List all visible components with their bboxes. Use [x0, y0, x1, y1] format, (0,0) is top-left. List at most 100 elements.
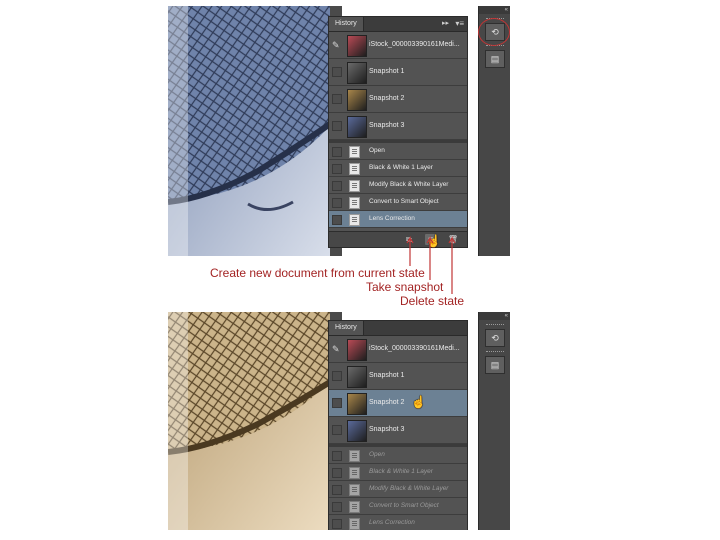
history-state-row-dimmed[interactable]: Open [329, 447, 467, 464]
snapshot-row-1[interactable]: Snapshot 1 [329, 363, 467, 390]
history-state-label: Open [369, 451, 385, 458]
screenshot-history-panel-bottom: History ✎ iStock_000003390161Medi... Sna… [168, 312, 510, 530]
expand-dock-icon[interactable]: « [479, 312, 510, 320]
snapshot-thumbnail [347, 62, 367, 84]
swatches-panel-icon[interactable]: ▤ [485, 50, 505, 68]
history-state-row-dimmed[interactable]: Black & White 1 Layer [329, 464, 467, 481]
snapshot-thumbnail [347, 116, 367, 138]
callout-delete-state: Delete state [400, 294, 465, 308]
blue-toned-photo [168, 6, 330, 256]
history-state-icon [349, 484, 360, 496]
callout-take-snapshot: Take snapshot [366, 280, 444, 294]
snapshot-label: Snapshot 1 [369, 372, 405, 379]
snapshot-thumbnail [347, 366, 367, 388]
panel-menu-icon[interactable]: ▾≡ [455, 18, 464, 30]
hand-cursor-icon: ☝ [426, 234, 441, 248]
history-state-label: Open [369, 147, 385, 154]
history-brush-source-checkbox[interactable] [332, 485, 342, 495]
history-source-document[interactable]: ✎ iStock_000003390161Medi... [329, 336, 467, 363]
snapshot-thumbnail [347, 420, 367, 442]
document-name: iStock_000003390161Medi... [369, 41, 460, 48]
history-brush-source-checkbox[interactable] [332, 121, 342, 131]
history-state-row-dimmed[interactable]: Convert to Smart Object [329, 498, 467, 515]
new-document-from-state-icon[interactable]: ⧉ [403, 234, 415, 245]
history-brush-source-checkbox[interactable] [332, 215, 342, 225]
collapse-panel-icon[interactable]: ▸▸ [442, 18, 449, 30]
screenshot-history-panel-top: History ▸▸ ▾≡ ✎ iStock_000003390161Medi.… [168, 6, 510, 256]
history-brush-source-checkbox[interactable] [332, 519, 342, 529]
history-state-label: Convert to Smart Object [369, 502, 439, 509]
history-state-row-dimmed[interactable]: Modify Black & White Layer [329, 481, 467, 498]
snapshot-label: Snapshot 2 [369, 95, 405, 102]
panel-tab-bar: History [329, 321, 467, 336]
history-brush-source-checkbox[interactable] [332, 371, 342, 381]
snapshot-label: Snapshot 1 [369, 68, 405, 75]
tab-history[interactable]: History [329, 321, 364, 335]
history-brush-source-checkbox[interactable] [332, 164, 342, 174]
history-brush-source-icon[interactable]: ✎ [332, 40, 342, 50]
panel-dock-column: « ⟲ ▤ [478, 312, 510, 530]
history-brush-source-checkbox[interactable] [332, 67, 342, 77]
dock-grip[interactable] [486, 351, 504, 354]
history-state-icon [349, 197, 360, 209]
snapshot-thumbnail [347, 89, 367, 111]
history-panel-footer: ⧉ ◙ 🗑 [329, 231, 467, 247]
snapshot-row-3[interactable]: Snapshot 3 [329, 417, 467, 444]
history-brush-source-checkbox[interactable] [332, 398, 342, 408]
history-panel: History ✎ iStock_000003390161Medi... Sna… [328, 320, 468, 530]
history-brush-source-checkbox[interactable] [332, 198, 342, 208]
history-state-row-dimmed[interactable]: Lens Correction [329, 515, 467, 530]
snapshot-row-2-selected[interactable]: Snapshot 2 ☝ [329, 390, 467, 417]
history-state-label: Black & White 1 Layer [369, 164, 433, 171]
history-state-label: Modify Black & White Layer [369, 181, 449, 188]
snapshot-label: Snapshot 3 [369, 122, 405, 129]
history-state-icon [349, 214, 360, 226]
history-brush-source-checkbox[interactable] [332, 502, 342, 512]
snapshot-label: Snapshot 3 [369, 426, 405, 433]
hand-cursor-icon: ☝ [411, 395, 426, 409]
history-state-label: Lens Correction [369, 519, 415, 526]
history-brush-source-checkbox[interactable] [332, 147, 342, 157]
highlight-circle [478, 18, 510, 46]
expand-dock-icon[interactable]: « [479, 6, 510, 14]
history-panel: History ▸▸ ▾≡ ✎ iStock_000003390161Medi.… [328, 16, 468, 248]
history-state-icon [349, 501, 360, 513]
history-state-icon [349, 518, 360, 530]
history-source-document[interactable]: ✎ iStock_000003390161Medi... [329, 32, 467, 59]
swatches-panel-icon[interactable]: ▤ [485, 356, 505, 374]
history-state-label: Lens Correction [369, 215, 415, 222]
trash-icon[interactable]: 🗑 [447, 234, 459, 245]
history-state-row[interactable]: Convert to Smart Object [329, 194, 467, 211]
history-state-icon [349, 146, 360, 158]
history-brush-source-checkbox[interactable] [332, 425, 342, 435]
document-thumbnail [347, 35, 367, 57]
dock-grip[interactable] [486, 324, 504, 327]
history-state-label: Black & White 1 Layer [369, 468, 433, 475]
history-state-icon [349, 450, 360, 462]
history-state-row[interactable]: Black & White 1 Layer [329, 160, 467, 177]
history-state-icon [349, 163, 360, 175]
history-state-row[interactable]: Open [329, 143, 467, 160]
snapshot-thumbnail [347, 393, 367, 415]
history-state-row[interactable]: Modify Black & White Layer [329, 177, 467, 194]
panel-tab-bar: History ▸▸ ▾≡ [329, 17, 467, 32]
history-panel-icon[interactable]: ⟲ [485, 329, 505, 347]
tab-history[interactable]: History [329, 17, 364, 31]
callout-new-document: Create new document from current state [210, 266, 425, 280]
history-state-row-selected[interactable]: Lens Correction [329, 211, 467, 228]
history-brush-source-checkbox[interactable] [332, 94, 342, 104]
sepia-toned-photo [168, 312, 330, 530]
snapshot-row-1[interactable]: Snapshot 1 [329, 59, 467, 86]
history-brush-source-checkbox[interactable] [332, 181, 342, 191]
history-state-label: Convert to Smart Object [369, 198, 439, 205]
snapshot-row-2[interactable]: Snapshot 2 [329, 86, 467, 113]
history-state-label: Modify Black & White Layer [369, 485, 449, 492]
snapshot-row-3[interactable]: Snapshot 3 [329, 113, 467, 140]
document-thumbnail [347, 339, 367, 361]
history-brush-source-checkbox[interactable] [332, 468, 342, 478]
history-state-icon [349, 180, 360, 192]
history-brush-source-icon[interactable]: ✎ [332, 344, 342, 354]
history-state-icon [349, 467, 360, 479]
document-name: iStock_000003390161Medi... [369, 345, 460, 352]
history-brush-source-checkbox[interactable] [332, 451, 342, 461]
